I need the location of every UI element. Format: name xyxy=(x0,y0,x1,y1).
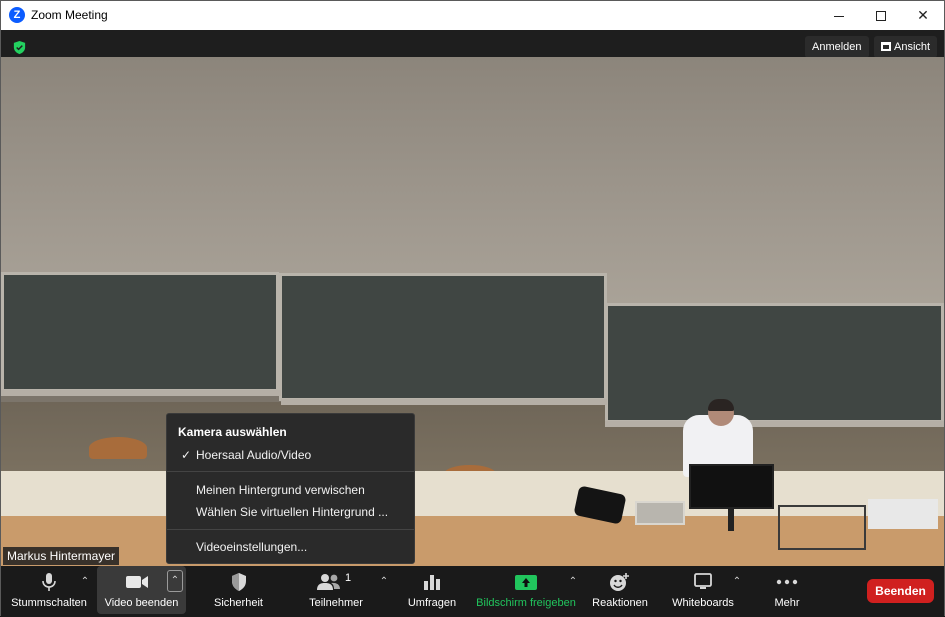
whiteboards-button[interactable]: Whiteboards xyxy=(666,566,740,614)
participants-button-label: Teilnehmer xyxy=(309,597,363,609)
checkmark-icon: ✓ xyxy=(181,448,192,462)
minimize-icon xyxy=(834,15,844,17)
video-options-caret[interactable]: ⌃ xyxy=(167,570,183,592)
polls-chart-icon xyxy=(399,572,465,592)
participants-count: 1 xyxy=(345,572,352,584)
meeting-top-strip xyxy=(1,30,944,57)
menu-divider xyxy=(167,471,414,472)
polls-button[interactable]: Umfragen xyxy=(399,566,465,614)
end-meeting-button[interactable]: Beenden xyxy=(867,579,934,603)
view-button-label: Ansicht xyxy=(894,41,931,53)
grid-view-icon xyxy=(881,42,891,51)
share-screen-button-label: Bildschirm freigeben xyxy=(476,597,576,609)
zoom-app-icon: Z xyxy=(9,7,25,23)
chalkboard-left xyxy=(1,272,279,392)
close-icon: ✕ xyxy=(917,7,929,23)
mute-button-label: Stummschalten xyxy=(11,597,87,609)
minimize-button[interactable] xyxy=(817,1,861,30)
encryption-shield-icon[interactable] xyxy=(12,40,27,55)
camera-menu-header: Kamera auswählen xyxy=(178,425,287,439)
security-button-label: Sicherheit xyxy=(214,597,263,609)
video-settings-option[interactable]: Videoeinstellungen... xyxy=(167,536,414,558)
desk-monitor xyxy=(689,464,774,509)
security-shield-icon xyxy=(201,572,276,592)
chalk-ledge xyxy=(1,390,281,396)
reactions-button[interactable]: Reaktionen xyxy=(587,566,653,614)
menu-divider xyxy=(167,529,414,530)
virtual-background-option[interactable]: Wählen Sie virtuellen Hintergrund ... xyxy=(167,501,414,523)
chalkboard-right xyxy=(605,303,944,423)
video-feed: Markus Hintermayer xyxy=(1,57,944,566)
chalk-ledge xyxy=(281,399,607,405)
chalk-ledge xyxy=(605,421,944,427)
camera-selection-menu: Kamera auswählen ✓ Hoersaal Audio/Video … xyxy=(166,413,415,564)
share-screen-button[interactable]: Bildschirm freigeben xyxy=(473,566,579,614)
security-button[interactable]: Sicherheit xyxy=(201,566,276,614)
camera-option-label: Hoersaal Audio/Video xyxy=(196,448,312,462)
meeting-toolbar: Stummschalten ⌃ Video beenden ⌃ Sicherhe… xyxy=(1,566,944,617)
zoom-meeting-window: Z Zoom Meeting ✕ Anmelden Ansicht Markus… xyxy=(0,0,945,617)
title-bar: Z Zoom Meeting ✕ xyxy=(1,1,944,30)
sign-in-button[interactable]: Anmelden xyxy=(805,36,869,58)
maximize-icon xyxy=(876,11,886,22)
share-options-caret[interactable]: ⌃ xyxy=(566,575,580,589)
control-panel xyxy=(868,499,938,529)
view-button[interactable]: Ansicht xyxy=(874,36,938,58)
maximize-button[interactable] xyxy=(859,1,903,30)
window-title: Zoom Meeting xyxy=(31,8,108,22)
whiteboards-options-caret[interactable]: ⌃ xyxy=(730,575,744,589)
whiteboard-icon xyxy=(666,572,740,592)
more-dots-icon xyxy=(763,572,811,592)
close-button[interactable]: ✕ xyxy=(901,1,945,30)
participants-button[interactable]: 1 Teilnehmer xyxy=(297,566,375,614)
polls-button-label: Umfragen xyxy=(407,597,457,609)
blur-background-option[interactable]: Meinen Hintergrund verwischen xyxy=(167,479,414,501)
stop-video-button-label: Video beenden xyxy=(104,597,179,609)
participant-name-label: Markus Hintermayer xyxy=(3,547,120,565)
reactions-button-label: Reaktionen xyxy=(592,597,648,609)
mute-button[interactable]: Stummschalten xyxy=(5,566,93,614)
more-button-label: Mehr xyxy=(774,597,800,609)
chair xyxy=(89,437,147,459)
share-screen-icon xyxy=(473,572,579,592)
document-camera xyxy=(635,501,685,525)
participants-options-caret[interactable]: ⌃ xyxy=(377,575,391,589)
equipment-rack xyxy=(778,505,866,550)
more-button[interactable]: Mehr xyxy=(763,566,811,614)
lecturer-hair xyxy=(708,399,734,411)
monitor-stand xyxy=(728,509,734,531)
whiteboards-button-label: Whiteboards xyxy=(672,597,734,609)
camera-option-hoersaal[interactable]: ✓ Hoersaal Audio/Video xyxy=(167,444,414,466)
reactions-emoji-icon xyxy=(587,572,653,592)
participants-icon xyxy=(283,572,375,592)
chalkboard-middle xyxy=(279,273,607,401)
